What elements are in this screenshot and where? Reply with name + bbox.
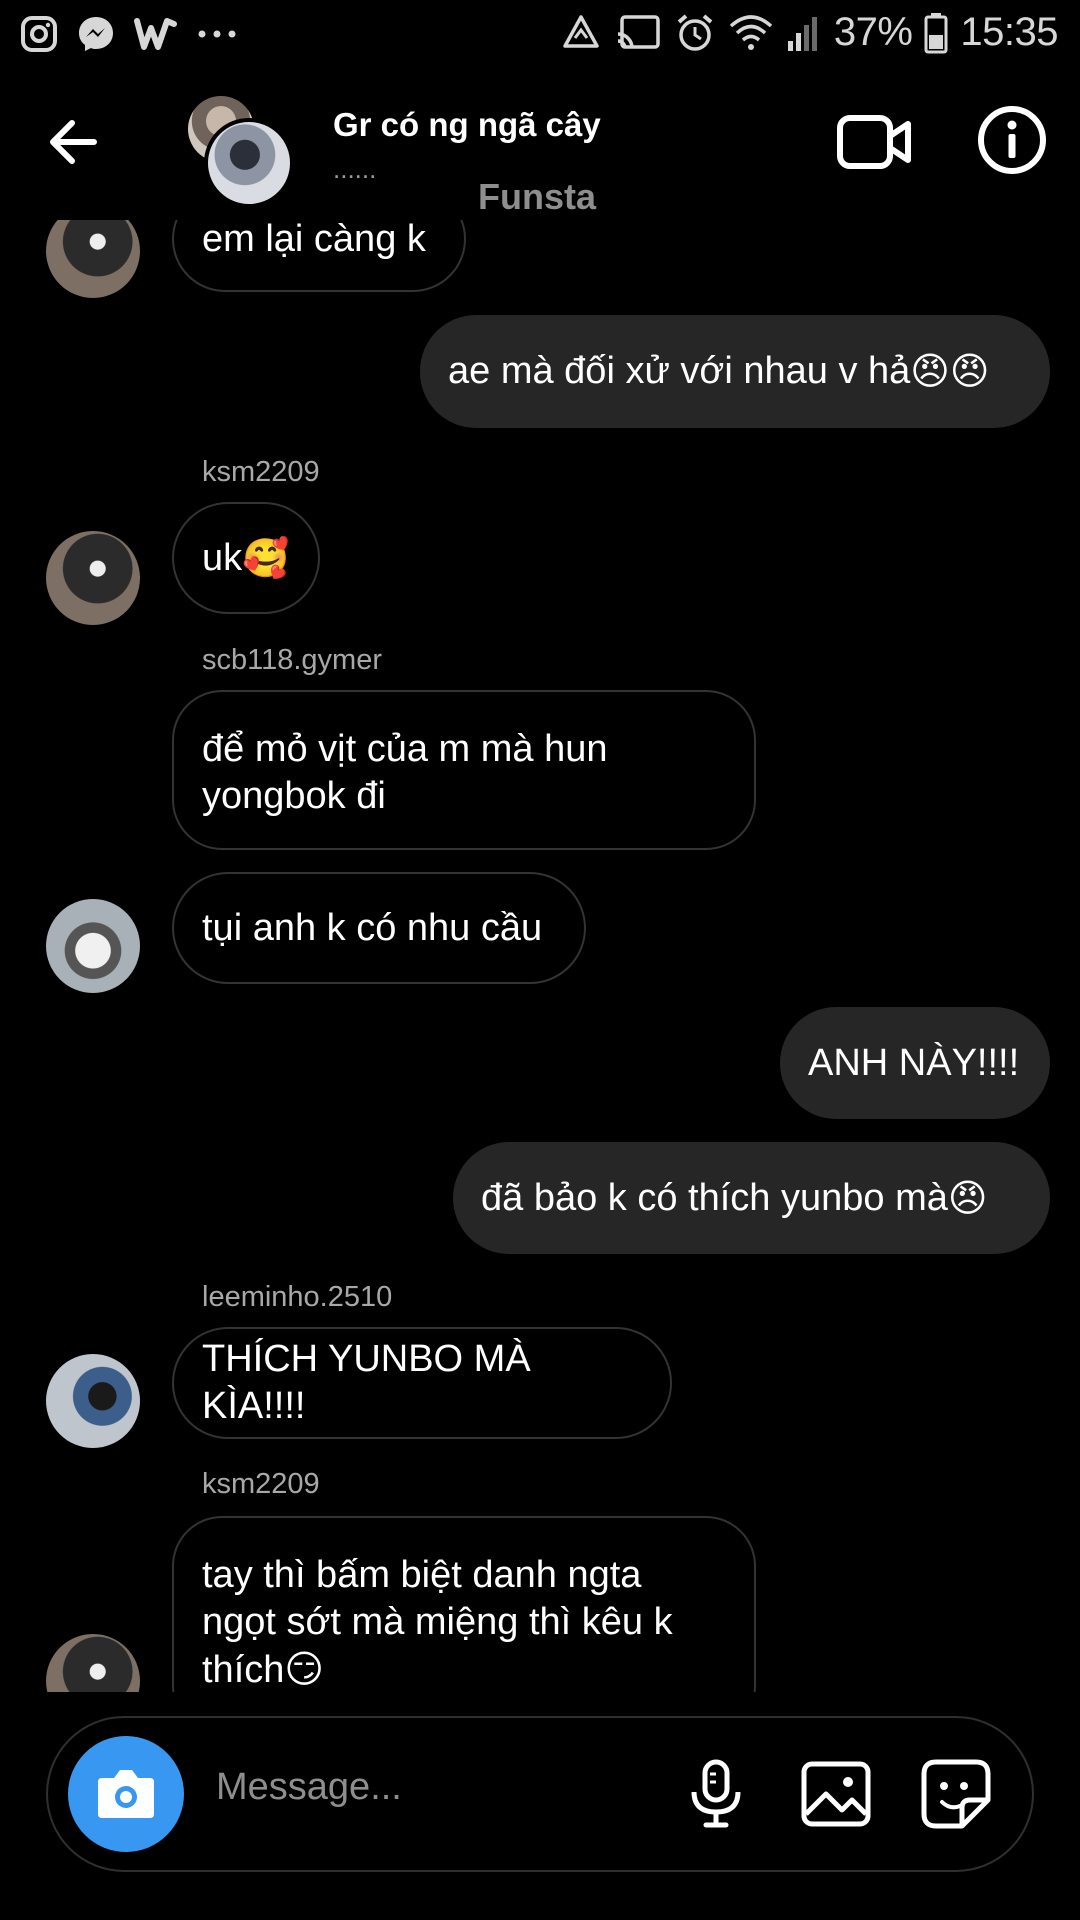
video-call-icon[interactable] (836, 110, 912, 174)
battery-percent: 37% (833, 10, 913, 54)
message-composer: Message... (46, 1716, 1034, 1872)
group-avatar[interactable] (188, 96, 298, 208)
message-text: THÍCH YUNBO MÀ KÌA!!!! (202, 1338, 531, 1427)
back-arrow-icon[interactable] (44, 112, 104, 172)
thread-header: Gr có ng ngã cây ...... Funsta (0, 90, 1080, 220)
incoming-message[interactable]: để mỏ vịt của m mà hun yongbok đi (172, 690, 756, 850)
nickname-label: Funsta (478, 176, 597, 217)
avatar[interactable] (46, 899, 140, 993)
message-text: em lại càng k (202, 220, 426, 260)
message-line: tay thì bấm biệt danh ngta (202, 1554, 642, 1596)
angry-emoji: 😠😠 (910, 349, 990, 393)
outgoing-message[interactable]: ae mà đối xử với nhau v hả 😠😠 (420, 315, 1050, 428)
sender-name: ksm2209 (202, 1468, 320, 1500)
battery-icon (924, 12, 948, 53)
angry-emoji: 😠 (947, 1175, 988, 1220)
camera-button[interactable] (68, 1736, 184, 1852)
wifi-icon (729, 14, 772, 50)
camera-icon (98, 1770, 154, 1818)
message-input[interactable]: Message... (216, 1766, 402, 1809)
avatar[interactable] (46, 531, 140, 625)
gallery-icon[interactable] (798, 1756, 874, 1832)
avatar[interactable] (46, 1354, 140, 1448)
status-bar: 37% 15:35 (0, 0, 1080, 72)
incoming-message[interactable]: tay thì bấm biệt danh ngta ngọt sớt mà m… (172, 1516, 756, 1692)
outgoing-message[interactable]: đã bảo k có thích yunbo mà 😠 (453, 1142, 1050, 1254)
sender-name: ksm2209 (202, 456, 320, 488)
avatar[interactable] (46, 1634, 140, 1692)
sticker-icon[interactable] (918, 1756, 994, 1832)
thread-title[interactable]: Gr có ng ngã cây (333, 106, 601, 144)
message-text: ae mà đối xử với nhau v hả (448, 350, 911, 392)
message-line: để mỏ vịt của m mà hun (202, 728, 608, 770)
cast-icon (617, 14, 660, 49)
thread-subtitle: ...... (333, 154, 377, 184)
message-text: uk (202, 536, 243, 579)
outgoing-message[interactable]: ANH NÀY!!!! (780, 1007, 1050, 1119)
incoming-message[interactable]: THÍCH YUNBO MÀ KÌA!!!! (172, 1327, 672, 1439)
message-line: thích😏 (202, 1647, 325, 1691)
clock: 15:35 (960, 10, 1058, 54)
incoming-message[interactable]: uk 🥰 (172, 502, 320, 614)
sender-name: leeminho.2510 (202, 1281, 393, 1313)
sender-name: scb118.gymer (202, 644, 382, 676)
signal-icon (787, 16, 817, 51)
message-text: tay thì bấm biệt danh ngta ngọt sớt mà m… (202, 1552, 673, 1692)
messenger-icon (79, 17, 113, 51)
w-icon (134, 18, 177, 50)
instagram-icon (21, 16, 57, 52)
incoming-message[interactable]: tụi anh k có nhu cầu (172, 872, 586, 984)
message-line: ngọt sớt mà miệng thì kêu k (202, 1601, 673, 1643)
info-icon[interactable] (976, 104, 1048, 176)
love-emoji: 🥰 (242, 535, 290, 580)
more-dots-icon (198, 30, 236, 38)
message-line: yongbok đi (202, 775, 386, 817)
microphone-icon[interactable] (678, 1756, 754, 1832)
message-list[interactable]: em lại càng k ae mà đối xử với nhau v hả… (0, 220, 1080, 1692)
avatar-front (204, 118, 294, 208)
message-text: tụi anh k có nhu cầu (202, 906, 543, 949)
message-text: đã bảo k có thích yunbo mà (481, 1176, 948, 1219)
avatar[interactable] (46, 220, 140, 298)
smirk-emoji: 😏 (284, 1647, 325, 1691)
message-text: để mỏ vịt của m mà hun yongbok đi (202, 726, 608, 820)
incoming-message[interactable]: em lại càng k (172, 220, 466, 292)
alarm-icon (677, 13, 713, 51)
sync-icon (563, 14, 599, 48)
message-text: ANH NÀY!!!! (808, 1041, 1020, 1084)
